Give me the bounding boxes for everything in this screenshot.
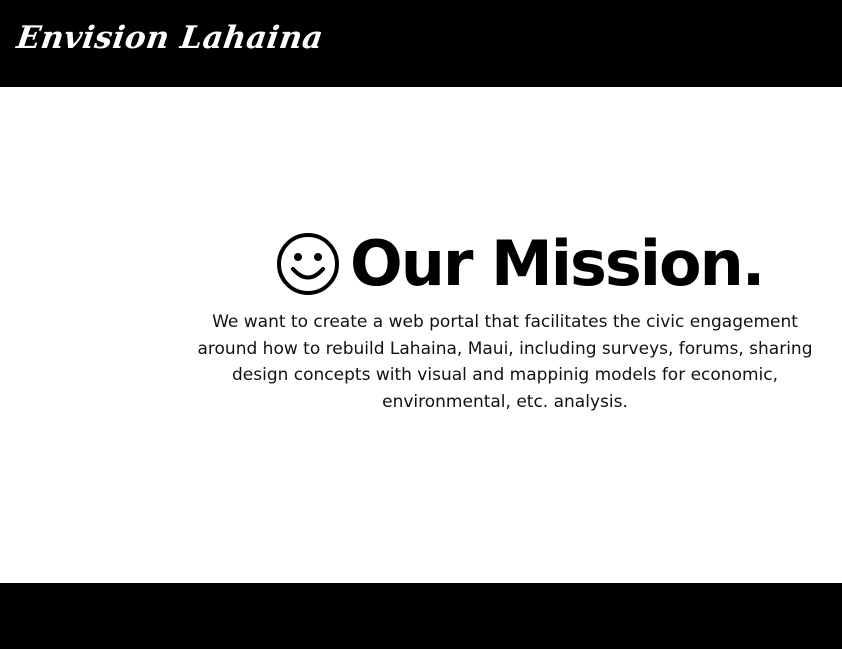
site-footer	[0, 583, 842, 649]
mission-section: Our Mission. We want to create a web por…	[0, 87, 842, 583]
site-logo[interactable]: Envision Lahaina	[14, 20, 325, 56]
mission-heading: Our Mission.	[276, 227, 765, 300]
smiley-face-icon	[277, 233, 339, 295]
site-header: Envision Lahaina	[0, 0, 842, 87]
mission-description: We want to create a web portal that faci…	[197, 312, 813, 412]
page-title: Our Mission.	[350, 227, 765, 300]
